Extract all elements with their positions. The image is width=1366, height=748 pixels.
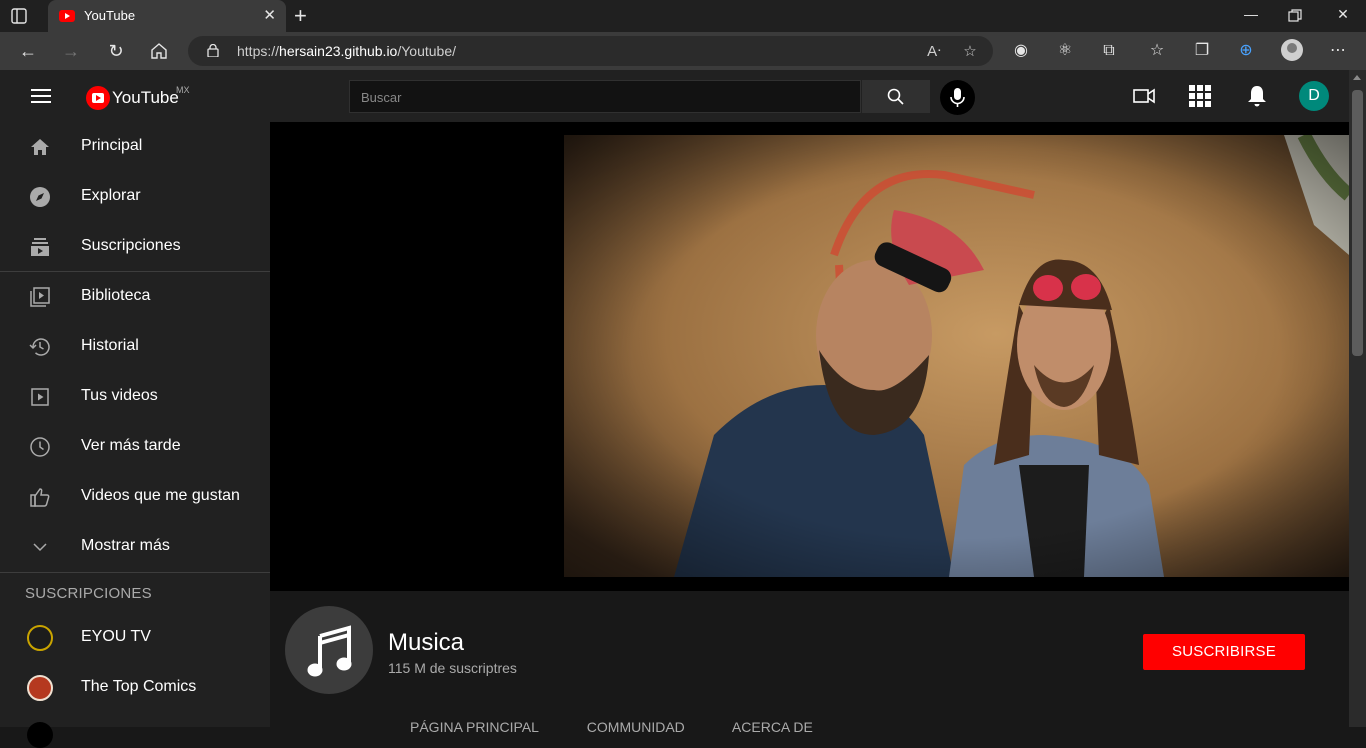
tab-acerca-de[interactable]: ACERCA DE [732, 719, 813, 735]
library-icon [30, 287, 50, 307]
channel-avatar-the-top-comics [27, 675, 53, 701]
home-page-icon[interactable] [149, 41, 169, 61]
close-window-icon[interactable]: ✕ [1333, 6, 1353, 23]
sidebar-item-label: Historial [81, 337, 139, 354]
channel-avatar-eyou-tv [27, 625, 53, 651]
sidebar-item-principal[interactable]: Principal [0, 122, 270, 172]
tab-title: YouTube [84, 8, 136, 23]
downloads-icon[interactable]: ⊕ [1235, 40, 1257, 62]
scroll-up-arrow-icon[interactable] [1353, 75, 1361, 80]
sidebar-item-suscripciones[interactable]: Suscripciones [0, 222, 270, 272]
sidebar-item-ver-mas-tarde[interactable]: Ver más tarde [0, 422, 270, 472]
react-devtools-icon[interactable]: ⚛ [1054, 40, 1076, 62]
restore-icon[interactable] [1288, 9, 1302, 23]
voice-search-button[interactable] [940, 80, 975, 115]
tab-comunidad[interactable]: COMMUNIDAD [587, 719, 685, 735]
main-content: Musica 115 M de suscriptres SUSCRIBIRSE … [270, 122, 1349, 735]
thumbs-up-icon [30, 488, 50, 507]
create-video-icon[interactable] [1132, 84, 1156, 108]
sidebar-divider [0, 572, 270, 573]
sidebar-item-label: Videos que me gustan [81, 487, 240, 504]
your-videos-icon [31, 388, 49, 406]
extensions-icon[interactable]: ⧉ [1098, 40, 1120, 62]
subscribe-button[interactable]: SUSCRIBIRSE [1143, 634, 1305, 670]
channel-tabs: PÁGINA PRINCIPAL COMMUNIDAD ACERCA DE [410, 719, 857, 735]
channel-info-bar: Musica 115 M de suscriptres SUSCRIBIRSE … [270, 591, 1349, 735]
user-avatar[interactable]: D [1299, 81, 1329, 111]
new-tab-icon[interactable]: + [294, 4, 307, 28]
add-favorite-icon[interactable]: ☆ [961, 42, 979, 60]
channel-avatar[interactable] [285, 606, 373, 694]
microphone-icon [950, 88, 965, 107]
channel-avatar-partial [27, 722, 53, 748]
search-input[interactable]: Buscar [349, 80, 861, 113]
home-icon [31, 139, 49, 155]
sidebar-item-label: Explorar [81, 187, 141, 204]
url-field[interactable]: https://hersain23.github.io/Youtube/ Aᐧ … [188, 36, 993, 66]
menu-icon[interactable] [31, 89, 51, 103]
lock-icon[interactable] [207, 44, 219, 57]
banner-image [564, 135, 1349, 577]
sidebar-item-videos-que-me-gustan[interactable]: Videos que me gustan [0, 472, 270, 522]
subscriptions-icon [31, 238, 49, 256]
subscription-label: EYOU TV [81, 628, 151, 645]
browser-address-bar: ← → ↻ https://hersain23.github.io/Youtub… [0, 32, 1366, 70]
page-scrollbar[interactable] [1349, 70, 1366, 727]
channel-banner [270, 122, 1349, 591]
sidebar-item-tus-videos[interactable]: Tus videos [0, 372, 270, 422]
history-icon [29, 338, 50, 356]
browser-tab-bar: YouTube ✕ + — ✕ [0, 0, 1366, 32]
search-button[interactable] [862, 80, 930, 113]
sidebar-item-historial[interactable]: Historial [0, 322, 270, 372]
tab-actions-icon[interactable] [10, 7, 28, 25]
youtube-favicon-icon [59, 10, 75, 22]
close-tab-icon[interactable]: ✕ [263, 7, 276, 25]
browser-profile-icon[interactable] [1281, 39, 1303, 61]
sidebar-item-mostrar-mas[interactable]: Mostrar más [0, 522, 270, 572]
url-text: https://hersain23.github.io/Youtube/ [237, 43, 456, 59]
extension-icon[interactable]: ◉ [1010, 40, 1032, 62]
sidebar-item-label: Mostrar más [81, 537, 170, 554]
collections-icon[interactable]: ❐ [1191, 40, 1213, 62]
sidebar-item-explorar[interactable]: Explorar [0, 172, 270, 222]
subscription-label: The Top Comics [81, 678, 197, 695]
youtube-logo-text[interactable]: YouTube [112, 88, 179, 108]
compass-icon [30, 187, 50, 207]
browser-tab[interactable]: YouTube ✕ [48, 0, 286, 32]
sidebar-item-label: Suscripciones [81, 237, 181, 254]
channel-subscriber-count: 115 M de suscriptres [388, 660, 517, 676]
apps-grid-icon[interactable] [1188, 84, 1212, 108]
subscription-item-the-top-comics[interactable]: The Top Comics [0, 663, 270, 713]
clock-icon [30, 437, 50, 457]
refresh-icon[interactable]: ↻ [105, 40, 127, 62]
youtube-header: YouTube MX Buscar D [0, 70, 1349, 122]
sidebar-item-label: Ver más tarde [81, 437, 181, 454]
tab-pagina-principal[interactable]: PÁGINA PRINCIPAL [410, 719, 539, 735]
music-note-icon [307, 625, 352, 677]
subscription-item-eyou-tv[interactable]: EYOU TV [0, 613, 270, 663]
more-options-icon[interactable]: ⋯ [1327, 40, 1349, 62]
youtube-logo-icon[interactable] [86, 86, 110, 110]
sidebar: Principal Explorar Suscripciones Bibliot… [0, 122, 270, 748]
favorites-icon[interactable]: ☆ [1146, 40, 1168, 62]
chevron-down-icon [33, 543, 47, 552]
sidebar-item-label: Tus videos [81, 387, 158, 404]
forward-icon[interactable]: → [60, 40, 82, 62]
region-code: MX [176, 85, 190, 95]
sidebar-item-label: Biblioteca [81, 287, 151, 304]
notifications-bell-icon[interactable] [1245, 84, 1269, 108]
search-icon [887, 88, 904, 105]
back-icon[interactable]: ← [17, 40, 39, 62]
minimize-icon[interactable]: — [1241, 6, 1261, 22]
subscriptions-section-title: SUSCRIPCIONES [25, 585, 152, 602]
channel-name: Musica [388, 629, 465, 656]
sidebar-item-biblioteca[interactable]: Biblioteca [0, 272, 270, 322]
sidebar-item-label: Principal [81, 137, 143, 154]
read-aloud-icon[interactable]: Aᐧ [925, 42, 943, 60]
scroll-thumb[interactable] [1352, 90, 1363, 356]
